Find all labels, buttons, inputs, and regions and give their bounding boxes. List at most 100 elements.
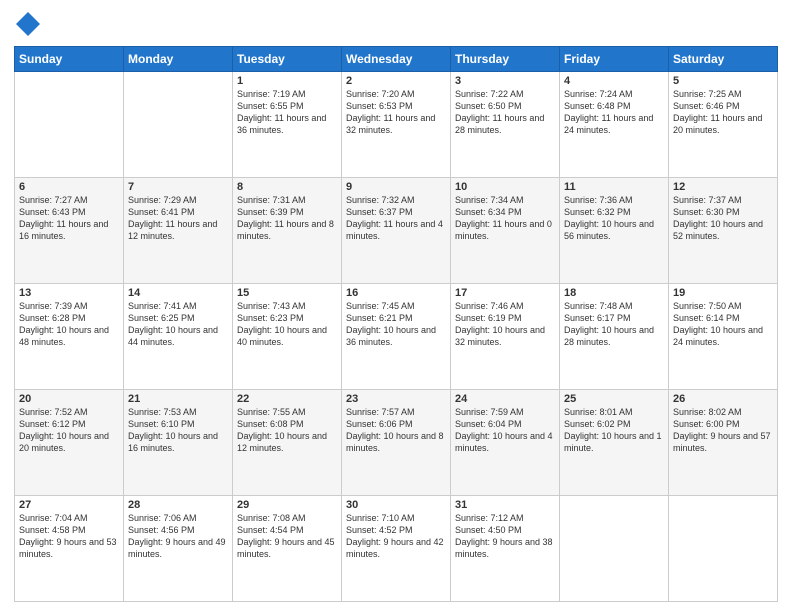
day-number: 15 (237, 287, 337, 299)
day-cell: 11Sunrise: 7:36 AM Sunset: 6:32 PM Dayli… (560, 178, 669, 284)
day-number: 24 (455, 393, 555, 405)
day-number: 10 (455, 181, 555, 193)
day-cell: 22Sunrise: 7:55 AM Sunset: 6:08 PM Dayli… (233, 390, 342, 496)
day-info: Sunrise: 7:53 AM Sunset: 6:10 PM Dayligh… (128, 406, 228, 455)
week-row-1: 1Sunrise: 7:19 AM Sunset: 6:55 PM Daylig… (15, 72, 778, 178)
day-info: Sunrise: 8:01 AM Sunset: 6:02 PM Dayligh… (564, 406, 664, 455)
day-info: Sunrise: 7:32 AM Sunset: 6:37 PM Dayligh… (346, 194, 446, 243)
calendar-table: SundayMondayTuesdayWednesdayThursdayFrid… (14, 46, 778, 602)
day-info: Sunrise: 7:59 AM Sunset: 6:04 PM Dayligh… (455, 406, 555, 455)
day-number: 16 (346, 287, 446, 299)
day-info: Sunrise: 7:52 AM Sunset: 6:12 PM Dayligh… (19, 406, 119, 455)
day-number: 22 (237, 393, 337, 405)
day-cell: 24Sunrise: 7:59 AM Sunset: 6:04 PM Dayli… (451, 390, 560, 496)
week-row-2: 6Sunrise: 7:27 AM Sunset: 6:43 PM Daylig… (15, 178, 778, 284)
day-number: 26 (673, 393, 773, 405)
day-number: 1 (237, 75, 337, 87)
day-cell: 28Sunrise: 7:06 AM Sunset: 4:56 PM Dayli… (124, 496, 233, 602)
day-cell: 6Sunrise: 7:27 AM Sunset: 6:43 PM Daylig… (15, 178, 124, 284)
day-info: Sunrise: 7:45 AM Sunset: 6:21 PM Dayligh… (346, 300, 446, 349)
day-cell: 25Sunrise: 8:01 AM Sunset: 6:02 PM Dayli… (560, 390, 669, 496)
day-number: 31 (455, 499, 555, 511)
day-cell: 9Sunrise: 7:32 AM Sunset: 6:37 PM Daylig… (342, 178, 451, 284)
day-info: Sunrise: 7:10 AM Sunset: 4:52 PM Dayligh… (346, 512, 446, 561)
day-cell: 8Sunrise: 7:31 AM Sunset: 6:39 PM Daylig… (233, 178, 342, 284)
day-cell: 20Sunrise: 7:52 AM Sunset: 6:12 PM Dayli… (15, 390, 124, 496)
day-number: 20 (19, 393, 119, 405)
day-info: Sunrise: 7:19 AM Sunset: 6:55 PM Dayligh… (237, 88, 337, 137)
day-info: Sunrise: 7:37 AM Sunset: 6:30 PM Dayligh… (673, 194, 773, 243)
day-number: 5 (673, 75, 773, 87)
day-cell: 23Sunrise: 7:57 AM Sunset: 6:06 PM Dayli… (342, 390, 451, 496)
day-info: Sunrise: 7:24 AM Sunset: 6:48 PM Dayligh… (564, 88, 664, 137)
day-cell: 30Sunrise: 7:10 AM Sunset: 4:52 PM Dayli… (342, 496, 451, 602)
day-number: 21 (128, 393, 228, 405)
day-cell: 31Sunrise: 7:12 AM Sunset: 4:50 PM Dayli… (451, 496, 560, 602)
day-info: Sunrise: 7:25 AM Sunset: 6:46 PM Dayligh… (673, 88, 773, 137)
day-cell: 29Sunrise: 7:08 AM Sunset: 4:54 PM Dayli… (233, 496, 342, 602)
day-cell: 5Sunrise: 7:25 AM Sunset: 6:46 PM Daylig… (669, 72, 778, 178)
day-number: 12 (673, 181, 773, 193)
day-cell: 26Sunrise: 8:02 AM Sunset: 6:00 PM Dayli… (669, 390, 778, 496)
day-info: Sunrise: 7:41 AM Sunset: 6:25 PM Dayligh… (128, 300, 228, 349)
day-info: Sunrise: 7:46 AM Sunset: 6:19 PM Dayligh… (455, 300, 555, 349)
day-info: Sunrise: 7:57 AM Sunset: 6:06 PM Dayligh… (346, 406, 446, 455)
logo (14, 10, 46, 38)
day-cell: 16Sunrise: 7:45 AM Sunset: 6:21 PM Dayli… (342, 284, 451, 390)
day-info: Sunrise: 7:43 AM Sunset: 6:23 PM Dayligh… (237, 300, 337, 349)
week-row-4: 20Sunrise: 7:52 AM Sunset: 6:12 PM Dayli… (15, 390, 778, 496)
day-cell: 27Sunrise: 7:04 AM Sunset: 4:58 PM Dayli… (15, 496, 124, 602)
day-number: 18 (564, 287, 664, 299)
day-cell: 1Sunrise: 7:19 AM Sunset: 6:55 PM Daylig… (233, 72, 342, 178)
day-header-tuesday: Tuesday (233, 47, 342, 72)
day-info: Sunrise: 8:02 AM Sunset: 6:00 PM Dayligh… (673, 406, 773, 455)
day-cell: 18Sunrise: 7:48 AM Sunset: 6:17 PM Dayli… (560, 284, 669, 390)
day-number: 19 (673, 287, 773, 299)
day-info: Sunrise: 7:50 AM Sunset: 6:14 PM Dayligh… (673, 300, 773, 349)
day-cell: 17Sunrise: 7:46 AM Sunset: 6:19 PM Dayli… (451, 284, 560, 390)
day-number: 27 (19, 499, 119, 511)
day-cell: 13Sunrise: 7:39 AM Sunset: 6:28 PM Dayli… (15, 284, 124, 390)
day-header-saturday: Saturday (669, 47, 778, 72)
logo-icon (14, 10, 42, 38)
page: SundayMondayTuesdayWednesdayThursdayFrid… (0, 0, 792, 612)
day-info: Sunrise: 7:27 AM Sunset: 6:43 PM Dayligh… (19, 194, 119, 243)
day-info: Sunrise: 7:29 AM Sunset: 6:41 PM Dayligh… (128, 194, 228, 243)
day-info: Sunrise: 7:04 AM Sunset: 4:58 PM Dayligh… (19, 512, 119, 561)
day-info: Sunrise: 7:31 AM Sunset: 6:39 PM Dayligh… (237, 194, 337, 243)
day-info: Sunrise: 7:39 AM Sunset: 6:28 PM Dayligh… (19, 300, 119, 349)
day-number: 28 (128, 499, 228, 511)
day-header-monday: Monday (124, 47, 233, 72)
day-cell: 10Sunrise: 7:34 AM Sunset: 6:34 PM Dayli… (451, 178, 560, 284)
day-info: Sunrise: 7:08 AM Sunset: 4:54 PM Dayligh… (237, 512, 337, 561)
day-info: Sunrise: 7:48 AM Sunset: 6:17 PM Dayligh… (564, 300, 664, 349)
day-number: 17 (455, 287, 555, 299)
day-cell: 3Sunrise: 7:22 AM Sunset: 6:50 PM Daylig… (451, 72, 560, 178)
day-info: Sunrise: 7:36 AM Sunset: 6:32 PM Dayligh… (564, 194, 664, 243)
day-header-sunday: Sunday (15, 47, 124, 72)
day-info: Sunrise: 7:06 AM Sunset: 4:56 PM Dayligh… (128, 512, 228, 561)
header-row: SundayMondayTuesdayWednesdayThursdayFrid… (15, 47, 778, 72)
day-number: 25 (564, 393, 664, 405)
day-cell: 14Sunrise: 7:41 AM Sunset: 6:25 PM Dayli… (124, 284, 233, 390)
day-cell (669, 496, 778, 602)
day-header-thursday: Thursday (451, 47, 560, 72)
day-header-wednesday: Wednesday (342, 47, 451, 72)
day-info: Sunrise: 7:20 AM Sunset: 6:53 PM Dayligh… (346, 88, 446, 137)
day-number: 9 (346, 181, 446, 193)
day-number: 23 (346, 393, 446, 405)
day-number: 7 (128, 181, 228, 193)
day-info: Sunrise: 7:12 AM Sunset: 4:50 PM Dayligh… (455, 512, 555, 561)
day-number: 6 (19, 181, 119, 193)
day-number: 8 (237, 181, 337, 193)
day-cell: 2Sunrise: 7:20 AM Sunset: 6:53 PM Daylig… (342, 72, 451, 178)
day-cell: 4Sunrise: 7:24 AM Sunset: 6:48 PM Daylig… (560, 72, 669, 178)
day-cell: 15Sunrise: 7:43 AM Sunset: 6:23 PM Dayli… (233, 284, 342, 390)
day-cell (560, 496, 669, 602)
day-cell: 21Sunrise: 7:53 AM Sunset: 6:10 PM Dayli… (124, 390, 233, 496)
day-number: 11 (564, 181, 664, 193)
day-number: 29 (237, 499, 337, 511)
day-number: 3 (455, 75, 555, 87)
day-number: 13 (19, 287, 119, 299)
day-header-friday: Friday (560, 47, 669, 72)
